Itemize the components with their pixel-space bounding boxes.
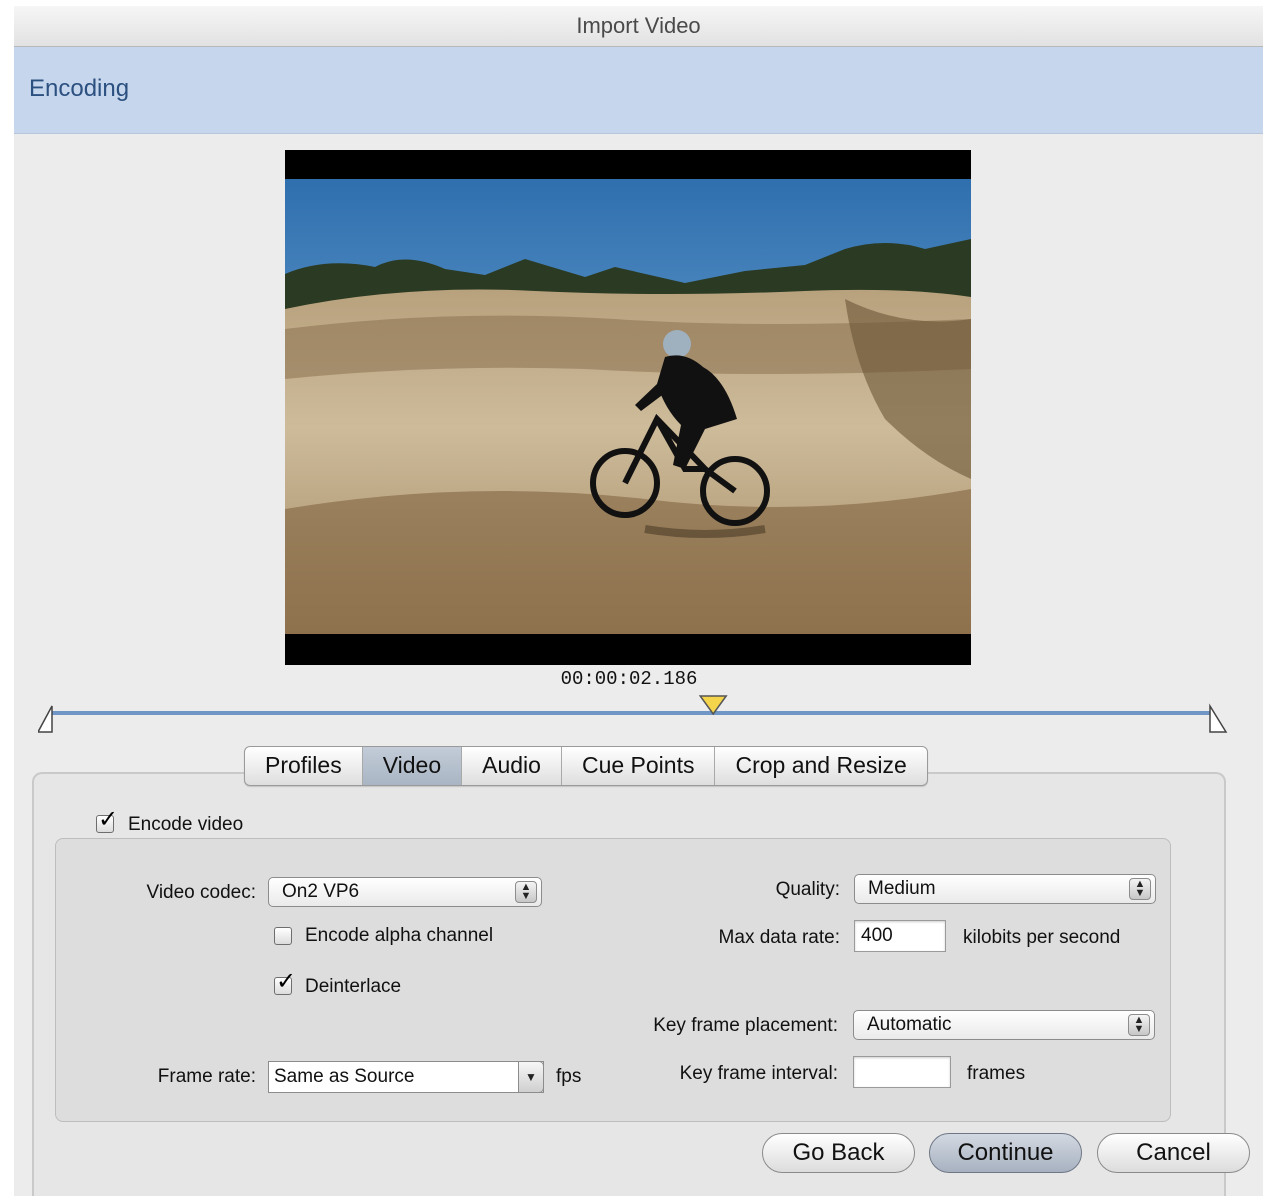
chevron-down-icon[interactable]: ▼	[518, 1061, 544, 1093]
quality-value: Medium	[868, 878, 936, 899]
video-codec-label: Video codec:	[146, 882, 256, 903]
tab-crop-and-resize[interactable]: Crop and Resize	[715, 747, 926, 785]
video-codec-select[interactable]: On2 VP6 ▲ ▼	[268, 877, 542, 907]
deinterlace-checkbox[interactable]: ✓	[274, 968, 296, 995]
out-point-handle[interactable]	[1209, 703, 1228, 733]
encode-alpha-label: Encode alpha channel	[305, 925, 494, 946]
go-back-button[interactable]: Go Back	[762, 1133, 915, 1173]
step-title: Encoding	[29, 75, 130, 102]
checkmark-icon: ✓	[98, 805, 119, 833]
key-frame-placement-value: Automatic	[867, 1014, 952, 1035]
cancel-button[interactable]: Cancel	[1097, 1133, 1250, 1173]
frame-rate-label: Frame rate:	[157, 1066, 256, 1087]
quality-label: Quality:	[775, 879, 840, 900]
key-frame-interval-label: Key frame interval:	[679, 1063, 838, 1084]
deinterlace-label: Deinterlace	[305, 976, 402, 997]
timeline-scrubber[interactable]	[38, 688, 1228, 738]
max-data-rate-unit: kilobits per second	[963, 927, 1121, 948]
max-data-rate-label: Max data rate:	[718, 927, 840, 948]
encode-video-label: Encode video	[128, 814, 244, 835]
encode-alpha-checkbox[interactable]	[274, 927, 292, 945]
max-data-rate-value: 400	[861, 925, 893, 946]
scrubber-track[interactable]	[52, 711, 1212, 715]
key-frame-placement-select[interactable]: Automatic ▲ ▼	[853, 1010, 1155, 1040]
quality-select[interactable]: Medium ▲ ▼	[854, 874, 1156, 904]
tab-video[interactable]: Video	[362, 747, 463, 785]
in-point-handle[interactable]	[38, 705, 53, 733]
video-codec-value: On2 VP6	[282, 881, 360, 902]
tab-cue-points[interactable]: Cue Points	[562, 747, 716, 785]
checkmark-icon: ✓	[276, 967, 297, 995]
timecode-readout: 00:00:02.186	[560, 668, 698, 690]
updown-arrows-icon: ▲ ▼	[1129, 878, 1151, 900]
updown-arrows-icon: ▲ ▼	[515, 881, 537, 903]
encode-video-checkbox[interactable]: ✓	[96, 806, 118, 833]
key-frame-placement-label: Key frame placement:	[653, 1015, 838, 1036]
tab-audio[interactable]: Audio	[462, 747, 562, 785]
frame-rate-combobox[interactable]: Same as Source ▼	[268, 1061, 544, 1093]
tab-profiles[interactable]: Profiles	[245, 747, 363, 785]
window-title: Import Video	[14, 6, 1263, 47]
key-frame-interval-unit: frames	[967, 1063, 1026, 1084]
key-frame-interval-input[interactable]	[853, 1056, 951, 1088]
frame-rate-value: Same as Source	[274, 1066, 415, 1087]
video-preview	[285, 150, 971, 665]
step-banner: Encoding	[14, 47, 1263, 134]
continue-button[interactable]: Continue	[929, 1133, 1082, 1173]
updown-arrows-icon: ▲ ▼	[1128, 1014, 1150, 1036]
video-frame-image	[285, 179, 971, 634]
tab-bar: Profiles Video Audio Cue Points Crop and…	[244, 746, 928, 786]
max-data-rate-input[interactable]: 400	[854, 920, 946, 952]
